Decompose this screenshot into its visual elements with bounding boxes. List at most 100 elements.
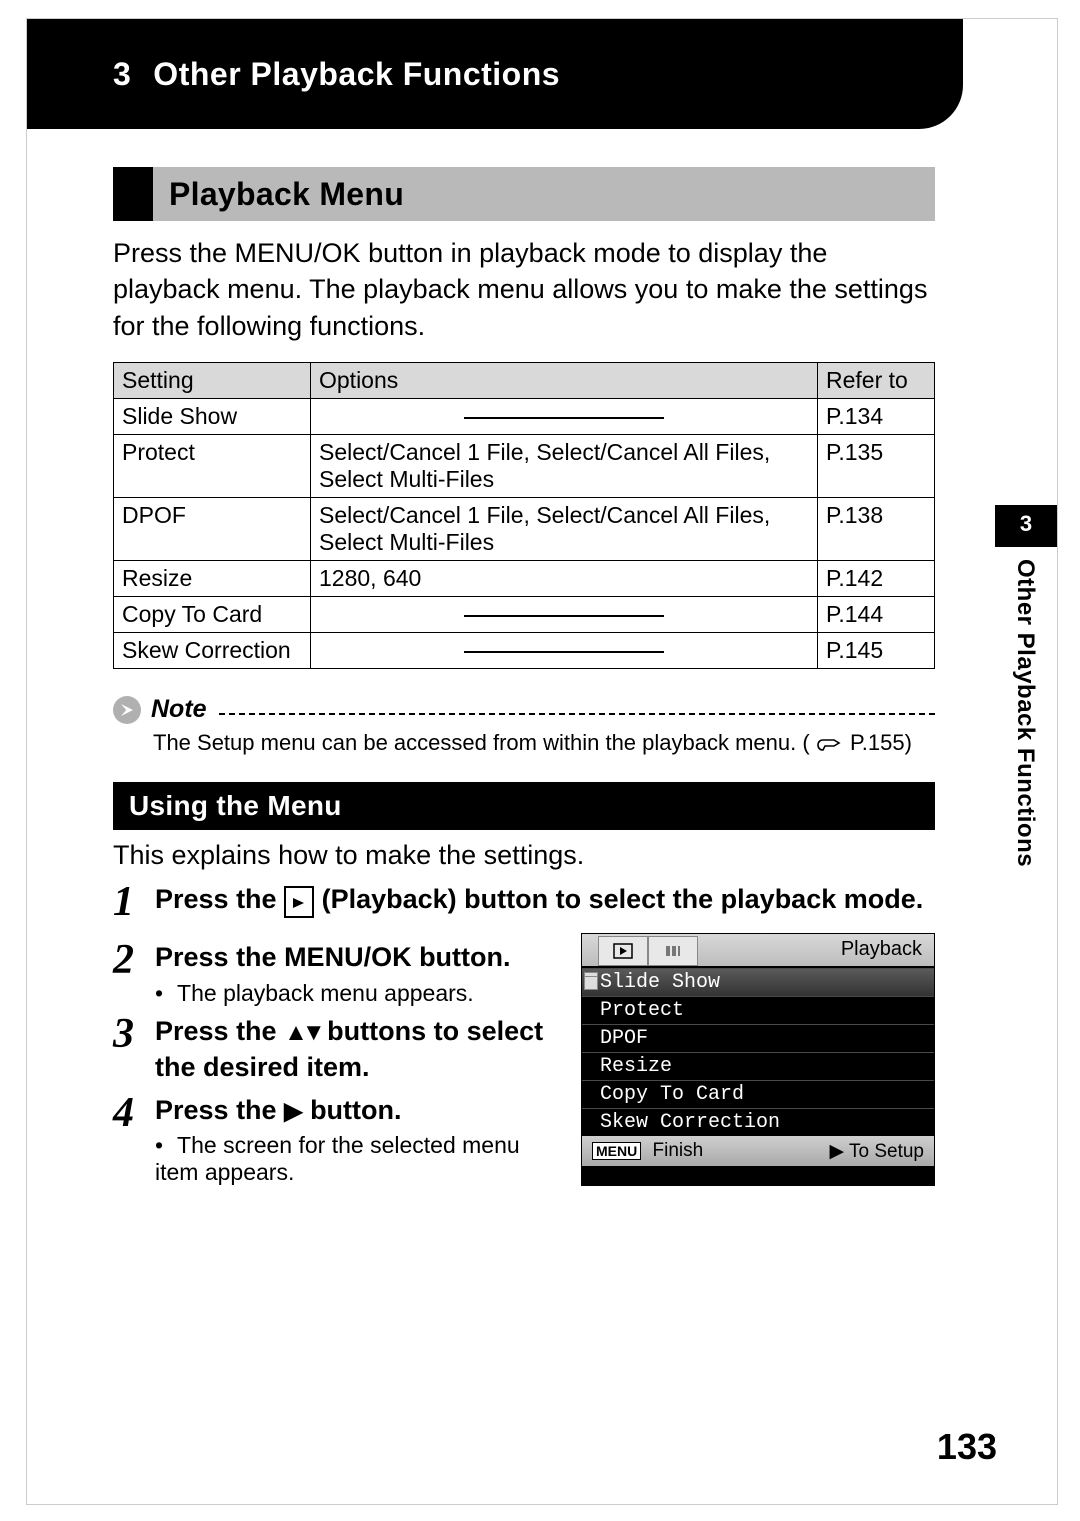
step-number: 2 bbox=[113, 939, 155, 981]
lcd-item-label: Resize bbox=[600, 1055, 672, 1078]
cell-options bbox=[311, 399, 818, 435]
right-arrow-icon: ▶ bbox=[829, 1141, 849, 1162]
step4-post: button. bbox=[310, 1095, 401, 1125]
lcd-menu-item: Skew Correction bbox=[582, 1108, 934, 1136]
lcd-title: Playback bbox=[841, 938, 922, 961]
table-row: Slide Show P.134 bbox=[114, 399, 935, 435]
cell-setting: Protect bbox=[114, 435, 311, 498]
steps-left: 2 Press the MENU/OK button. • The playba… bbox=[113, 933, 555, 1186]
step-sub: • The screen for the selected menu item … bbox=[155, 1132, 555, 1186]
up-down-buttons-icon: ▲▼ bbox=[284, 1019, 320, 1046]
steps-and-lcd: 2 Press the MENU/OK button. • The playba… bbox=[113, 933, 935, 1186]
cell-setting: Resize bbox=[114, 561, 311, 597]
lcd-item-label: Slide Show bbox=[600, 971, 720, 994]
bullet-icon: • bbox=[155, 1132, 163, 1158]
table-row: Skew Correction P.145 bbox=[114, 633, 935, 669]
note-text-pre: The Setup menu can be accessed from with… bbox=[153, 730, 810, 755]
step3-pre: Press the bbox=[155, 1016, 284, 1046]
step1-pre: Press the bbox=[155, 884, 284, 914]
cell-setting: Copy To Card bbox=[114, 597, 311, 633]
step-sub: • The playback menu appears. bbox=[155, 980, 555, 1007]
right-button-icon: ▶ bbox=[284, 1098, 302, 1125]
cell-setting: Skew Correction bbox=[114, 633, 311, 669]
cell-setting: Slide Show bbox=[114, 399, 311, 435]
cell-refer: P.145 bbox=[818, 633, 935, 669]
lcd-item-label: DPOF bbox=[600, 1027, 648, 1050]
table-row: Resize 1280, 640 P.142 bbox=[114, 561, 935, 597]
step4-sub: The screen for the selected menu item ap… bbox=[155, 1132, 520, 1185]
cell-options bbox=[311, 597, 818, 633]
chapter-number: 3 bbox=[113, 56, 131, 93]
step-number: 4 bbox=[113, 1092, 155, 1134]
lcd-tab-setup-icon bbox=[648, 936, 698, 966]
lcd-menu-item: DPOF bbox=[582, 1024, 934, 1052]
side-tab: 3 Other Playback Functions bbox=[995, 505, 1057, 1025]
note-heading: Note bbox=[113, 695, 935, 724]
lcd-tab-playback-icon bbox=[598, 936, 648, 966]
step-number: 3 bbox=[113, 1013, 155, 1055]
steps-list: 1 Press the (Playback) button to select … bbox=[113, 881, 935, 1186]
cell-options: 1280, 640 bbox=[311, 561, 818, 597]
dash-icon bbox=[464, 615, 664, 617]
step-2: 2 Press the MENU/OK button. • The playba… bbox=[113, 939, 555, 1006]
lcd-menu-item: Copy To Card bbox=[582, 1080, 934, 1108]
th-setting: Setting bbox=[114, 363, 311, 399]
cell-refer: P.144 bbox=[818, 597, 935, 633]
manual-page: 3 Other Playback Functions Playback Menu… bbox=[26, 18, 1058, 1505]
reference-hand-icon bbox=[816, 733, 844, 753]
step-1: 1 Press the (Playback) button to select … bbox=[113, 881, 935, 923]
menu-badge-icon: MENU bbox=[592, 1142, 641, 1160]
using-intro: This explains how to make the settings. bbox=[113, 840, 935, 871]
cell-options bbox=[311, 633, 818, 669]
cell-options: Select/Cancel 1 File, Select/Cancel All … bbox=[311, 435, 818, 498]
lcd-finish: MENU Finish bbox=[592, 1140, 703, 1162]
note-text-ref: P.155) bbox=[850, 730, 912, 755]
lcd-item-label: Copy To Card bbox=[600, 1083, 744, 1106]
step-4: 4 Press the ▶ button. • The screen for t… bbox=[113, 1092, 555, 1186]
step-title: Press the ▶ button. bbox=[155, 1092, 555, 1128]
section-title: Playback Menu bbox=[169, 176, 404, 213]
step1-post: (Playback) button to select the playback… bbox=[322, 884, 924, 914]
dotted-rule-icon bbox=[219, 713, 935, 715]
cell-refer: P.135 bbox=[818, 435, 935, 498]
section-heading: Playback Menu bbox=[113, 167, 935, 221]
step-number: 1 bbox=[113, 881, 155, 923]
camera-lcd-screenshot: Playback Slide Show Protect DPOF Resize … bbox=[581, 933, 935, 1186]
lcd-menu-item: Protect bbox=[582, 996, 934, 1024]
side-tab-number: 3 bbox=[995, 505, 1057, 547]
page-number: 133 bbox=[937, 1426, 997, 1468]
step-title: Press the (Playback) button to select th… bbox=[155, 881, 935, 918]
table-body: Slide Show P.134 Protect Select/Cancel 1… bbox=[114, 399, 935, 669]
content-area: Playback Menu Press the MENU/OK button i… bbox=[113, 167, 935, 1186]
lcd-menu-item: Slide Show bbox=[582, 968, 934, 996]
subsection-heading: Using the Menu bbox=[113, 782, 935, 830]
playback-button-icon bbox=[284, 886, 314, 918]
note-icon bbox=[113, 696, 141, 724]
lcd-tab-bar: Playback bbox=[582, 934, 934, 966]
step-title: Press the ▲▼ buttons to select the desir… bbox=[155, 1013, 555, 1086]
chapter-header: 3 Other Playback Functions bbox=[27, 19, 963, 129]
step4-pre: Press the bbox=[155, 1095, 284, 1125]
cell-refer: P.134 bbox=[818, 399, 935, 435]
lcd-menu-list: Slide Show Protect DPOF Resize Copy To C… bbox=[582, 966, 934, 1136]
lcd-finish-label: Finish bbox=[653, 1140, 704, 1161]
lcd-item-label: Protect bbox=[600, 999, 684, 1022]
table-header-row: Setting Options Refer to bbox=[114, 363, 935, 399]
step-title: Press the MENU/OK button. bbox=[155, 939, 555, 975]
lcd-item-label: Skew Correction bbox=[600, 1111, 780, 1134]
table-row: DPOF Select/Cancel 1 File, Select/Cancel… bbox=[114, 498, 935, 561]
cell-refer: P.142 bbox=[818, 561, 935, 597]
note-label: Note bbox=[151, 695, 207, 724]
th-options: Options bbox=[311, 363, 818, 399]
note-block: Note The Setup menu can be accessed from… bbox=[113, 695, 935, 756]
heading-block-icon bbox=[113, 167, 153, 221]
lcd-setup-label: To Setup bbox=[849, 1141, 924, 1162]
table-row: Copy To Card P.144 bbox=[114, 597, 935, 633]
bullet-icon: • bbox=[155, 980, 163, 1006]
step-3: 3 Press the ▲▼ buttons to select the des… bbox=[113, 1013, 555, 1086]
settings-table: Setting Options Refer to Slide Show P.13… bbox=[113, 362, 935, 669]
intro-text: Press the MENU/OK button in playback mod… bbox=[113, 235, 935, 344]
cell-refer: P.138 bbox=[818, 498, 935, 561]
table-row: Protect Select/Cancel 1 File, Select/Can… bbox=[114, 435, 935, 498]
note-body: The Setup menu can be accessed from with… bbox=[153, 730, 935, 756]
